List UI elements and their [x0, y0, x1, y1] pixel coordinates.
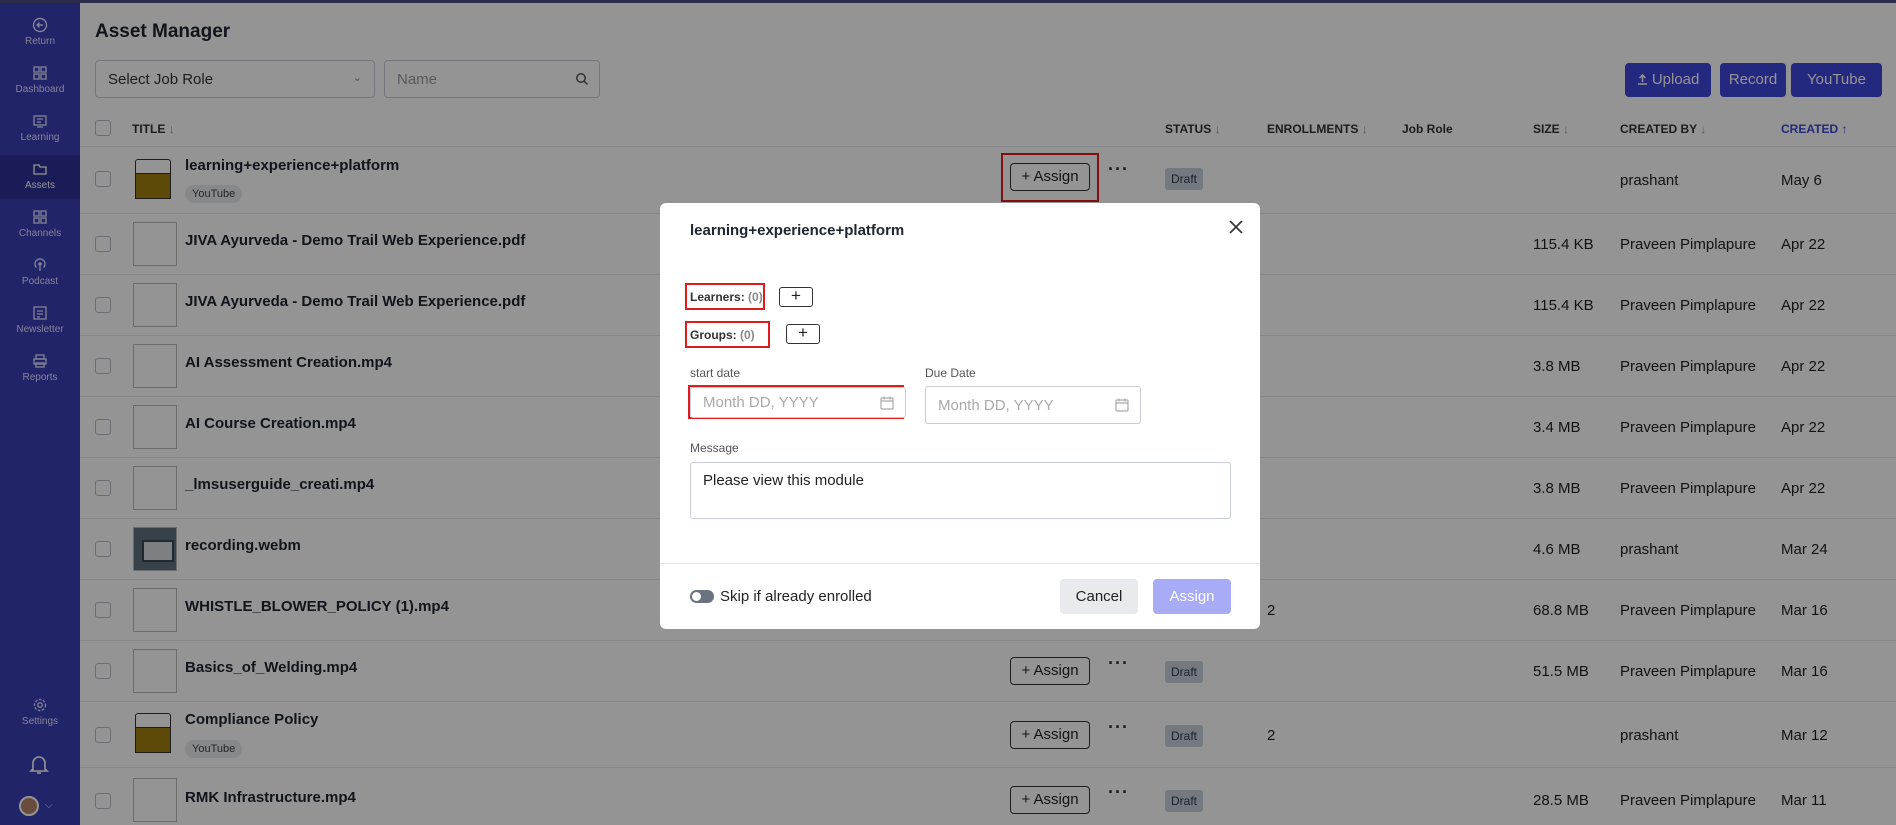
divider	[660, 563, 1260, 564]
message-label: Message	[690, 441, 739, 455]
due-date-placeholder: Month DD, YYYY	[938, 397, 1054, 414]
due-date-input[interactable]: Month DD, YYYY	[925, 386, 1141, 424]
cancel-button[interactable]: Cancel	[1060, 579, 1138, 614]
close-button[interactable]	[1228, 219, 1244, 240]
start-date-label: start date	[690, 366, 741, 380]
calendar-icon	[880, 396, 894, 410]
assign-modal: learning+experience+platform Learners: (…	[660, 203, 1260, 629]
plus-icon: +	[791, 286, 801, 305]
learners-label[interactable]: Learners: (0)	[690, 290, 763, 304]
close-icon	[1229, 220, 1243, 234]
start-date-input[interactable]: Month DD, YYYY	[690, 387, 906, 418]
groups-label[interactable]: Groups: (0)	[690, 328, 755, 342]
calendar-icon	[1115, 398, 1129, 412]
message-textarea[interactable]: Please view this module	[690, 462, 1231, 519]
add-groups-button[interactable]: +	[786, 324, 820, 344]
assign-submit-button[interactable]: Assign	[1153, 579, 1231, 614]
add-learners-button[interactable]: +	[779, 287, 813, 307]
groups-count: (0)	[740, 328, 755, 342]
start-date-placeholder: Month DD, YYYY	[703, 394, 819, 411]
skip-enrolled-label: Skip if already enrolled	[720, 588, 872, 605]
learners-count: (0)	[748, 290, 763, 304]
skip-enrolled-toggle[interactable]	[690, 590, 714, 603]
plus-icon: +	[798, 323, 808, 342]
modal-title: learning+experience+platform	[690, 222, 905, 239]
due-date-label: Due Date	[925, 366, 976, 380]
